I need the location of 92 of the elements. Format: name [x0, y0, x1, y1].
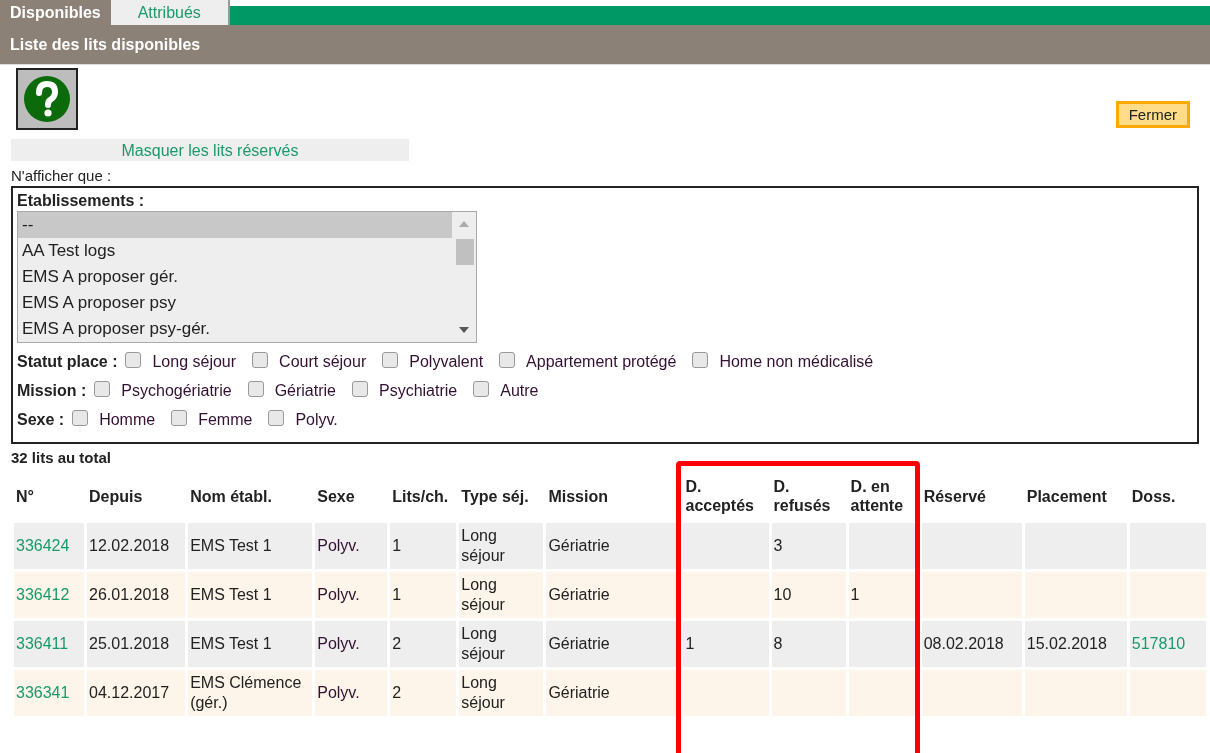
checkbox-label: Psychiatrie	[379, 381, 458, 401]
checkbox[interactable]	[171, 410, 188, 426]
table-cell: Long séjour	[461, 625, 505, 662]
column-header: D. refusés	[772, 477, 832, 516]
column-header: Nom établ.	[189, 486, 273, 507]
table-cell: Polyv.	[317, 684, 360, 701]
record-link[interactable]: 336424	[16, 537, 70, 554]
table-cell: 2	[392, 635, 402, 652]
column-header: Réservé	[922, 486, 987, 507]
checkbox-label: Femme	[198, 410, 253, 430]
filter-label: Statut place :	[17, 352, 118, 372]
checkbox-label: Polyvalent	[409, 352, 484, 372]
record-link[interactable]: 336341	[16, 684, 70, 701]
help-button[interactable]	[16, 68, 78, 130]
table-cell: Gériatrie	[548, 537, 610, 554]
total-count: 32 lits au total	[11, 448, 113, 468]
checkbox-label: Psychogériatrie	[121, 381, 232, 401]
list-option[interactable]: AA Test logs	[18, 238, 452, 264]
column-header: D. acceptés	[684, 477, 755, 516]
table-cell: 1	[392, 586, 402, 603]
column-header: N°	[15, 486, 35, 507]
checkbox[interactable]	[352, 381, 368, 397]
table-cell: Gériatrie	[548, 586, 610, 603]
record-link[interactable]: 336411	[16, 635, 69, 652]
table-cell: 1	[685, 635, 695, 652]
toggle-link[interactable]: Masquer les lits réservés	[11, 139, 409, 161]
column-header: D. en attente	[849, 477, 905, 516]
establishment-listbox[interactable]: -- AA Test logs EMS A proposer gér. EMS A proposer psy EMS A proposer psy-gér.	[17, 211, 477, 343]
checkbox[interactable]	[692, 352, 709, 368]
table-cell: Polyv.	[317, 635, 360, 652]
table-cell: 12.02.2018	[89, 537, 170, 554]
list-option[interactable]: --	[18, 212, 452, 238]
column-header: Mission	[547, 486, 609, 507]
table-cell: 2	[392, 684, 402, 701]
close-button[interactable]: Fermer	[1115, 101, 1190, 128]
checkbox-label: Court séjour	[279, 352, 367, 372]
table-cell: 26.01.2018	[89, 586, 170, 603]
table-cell: 3	[773, 537, 783, 554]
column-header: Placement	[1025, 486, 1108, 507]
table-cell: 25.01.2018	[89, 635, 170, 652]
checkbox[interactable]	[72, 410, 89, 426]
table-cell: EMS Test 1	[190, 635, 272, 652]
checkbox-label: Appartement protégé	[526, 352, 677, 372]
tab[interactable]: Disponibles	[0, 0, 111, 25]
table-cell: 1	[850, 586, 860, 603]
table-cell: EMS Clémence (gér.)	[190, 674, 302, 711]
checkbox-label: Autre	[500, 381, 539, 401]
list-option[interactable]: EMS A proposer psy	[18, 290, 452, 316]
table-cell: Polyv.	[317, 586, 360, 603]
question-icon	[23, 75, 71, 123]
tab[interactable]: Attribués	[110, 0, 230, 25]
checkbox[interactable]	[125, 352, 142, 368]
checkbox[interactable]	[382, 352, 399, 368]
list-option[interactable]: EMS A proposer gér.	[18, 264, 452, 290]
checkbox[interactable]	[268, 410, 285, 426]
column-header: Sexe	[316, 486, 356, 507]
checkbox-label: Homme	[99, 410, 156, 430]
table-cell: Long séjour	[461, 527, 505, 564]
checkbox[interactable]	[252, 352, 269, 368]
checkbox[interactable]	[94, 381, 111, 397]
table-cell: 10	[773, 586, 792, 603]
checkbox-label: Long séjour	[152, 352, 237, 372]
table-cell: 08.02.2018	[923, 635, 1004, 652]
checkbox[interactable]	[499, 352, 516, 368]
column-header: Depuis	[88, 486, 144, 507]
column-header: Doss.	[1130, 486, 1177, 507]
table-cell: EMS Test 1	[190, 586, 272, 603]
checkbox-label: Polyv.	[295, 410, 338, 430]
page-title: Liste des lits disponibles	[10, 34, 201, 55]
filter-label: Mission :	[17, 381, 87, 401]
field-label: Etablissements :	[17, 191, 146, 211]
table-cell: 1	[392, 537, 402, 554]
list-option[interactable]: EMS A proposer psy-gér.	[18, 316, 452, 342]
table-cell: Gériatrie	[548, 635, 610, 652]
column-header: Lits/ch.	[391, 486, 450, 507]
checkbox-label: Gériatrie	[274, 381, 336, 401]
table-cell: Long séjour	[461, 576, 505, 613]
column-header: Type séj.	[460, 486, 530, 507]
table-cell: 04.12.2017	[89, 684, 170, 701]
table-cell: 15.02.2018	[1026, 635, 1107, 652]
table-cell: Polyv.	[317, 537, 360, 554]
record-link[interactable]: 336412	[16, 586, 70, 603]
checkbox-label: Home non médicalisé	[719, 352, 874, 372]
table-cell: 8	[773, 635, 783, 652]
filter-label: Sexe :	[17, 410, 65, 430]
table-cell: EMS Test 1	[190, 537, 272, 554]
checkbox[interactable]	[247, 381, 264, 397]
table-cell: Gériatrie	[548, 684, 610, 701]
filter-intro: N'afficher que :	[11, 166, 113, 186]
record-link[interactable]: 517810	[1131, 635, 1186, 652]
checkbox[interactable]	[473, 381, 490, 397]
table-cell: Long séjour	[461, 674, 505, 711]
